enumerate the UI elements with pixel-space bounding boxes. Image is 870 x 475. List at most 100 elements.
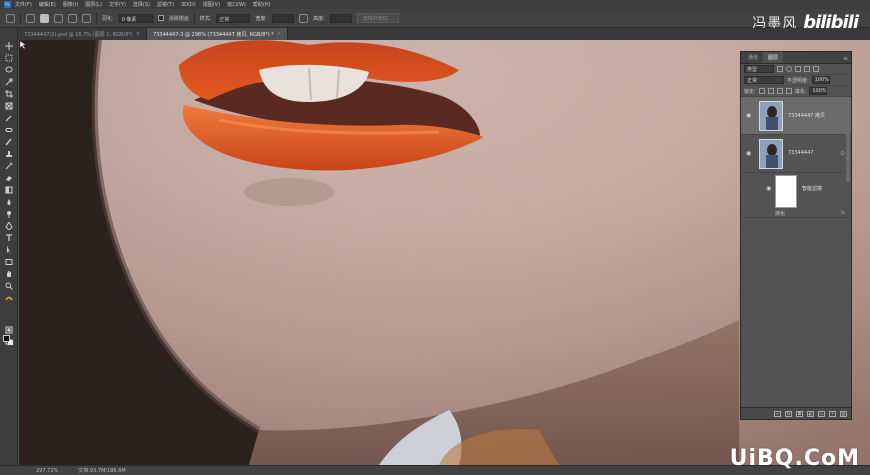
style-select[interactable]: 正常 (216, 13, 251, 23)
quick-select-tool-icon[interactable] (4, 78, 14, 86)
rectangle-tool-icon[interactable] (4, 258, 14, 266)
menu-view[interactable]: 视图(V) (203, 1, 220, 8)
site-watermark: UiBQ.CoM (729, 446, 860, 471)
type-tool-icon[interactable] (4, 234, 14, 242)
options-bar: 羽化: 0 像素 消除锯齿 样式: 正常 宽度: 高度: 选择并遮住... (0, 9, 870, 28)
pen-tool-icon[interactable] (4, 222, 14, 230)
zoom-tool-icon[interactable] (4, 282, 14, 290)
filter-adjustment-icon[interactable] (786, 66, 792, 72)
layer-filter-row: 类型 (741, 64, 851, 75)
layer-row-original[interactable]: ◉ 73344447 ⊙ (741, 135, 851, 173)
divider (193, 12, 195, 24)
edit-toolbar-icon[interactable] (4, 294, 14, 302)
group-folder-icon[interactable]: ▭ (818, 410, 825, 417)
smart-filter-label: 智能滤镜 (802, 186, 823, 192)
filter-kind-select[interactable]: 类型 (744, 65, 774, 73)
lasso-tool-icon[interactable] (4, 66, 14, 74)
menu-window[interactable]: 窗口(W) (227, 1, 246, 8)
marquee-tool-icon[interactable] (4, 54, 14, 62)
visibility-eye-icon[interactable]: ◉ (746, 112, 751, 119)
menu-select[interactable]: 选择(S) (133, 1, 150, 8)
thumbnail-portrait (760, 140, 782, 168)
document-tabs: 73344447(1).psd @ 16.7% (图层 1, RGB/8*) ×… (18, 28, 870, 40)
clone-stamp-tool-icon[interactable] (4, 150, 14, 158)
select-and-mask-button[interactable]: 选择并遮住... (356, 13, 399, 23)
healing-brush-tool-icon[interactable] (4, 126, 14, 134)
height-input[interactable] (329, 13, 352, 23)
lock-artboard-icon[interactable] (776, 88, 783, 94)
new-selection-icon[interactable] (40, 13, 49, 23)
panel-menu-icon[interactable]: ≡ (843, 55, 848, 62)
eyedropper-tool-icon[interactable] (4, 114, 14, 122)
close-icon[interactable]: × (136, 31, 140, 37)
crop-tool-icon[interactable] (4, 90, 14, 98)
tool-preset-icon[interactable] (26, 13, 35, 23)
filter-shape-icon[interactable] (804, 66, 810, 72)
antialias-checkbox[interactable] (157, 15, 164, 21)
filter-options-icon[interactable]: ⇆ (841, 210, 845, 216)
move-tool-icon[interactable] (4, 42, 14, 50)
layers-footer: ∞ fx ◘ ◐ ▭ + ▥ (741, 407, 851, 419)
smart-object-icon: ⊙ (839, 150, 845, 157)
menu-help[interactable]: 帮助(H) (253, 1, 271, 8)
delete-layer-icon[interactable]: ▥ (840, 410, 847, 417)
menu-edit[interactable]: 编辑(E) (39, 1, 56, 8)
visibility-eye-icon[interactable]: ◉ (766, 185, 771, 192)
layers-panel: 通道 图层 ≡ 类型 正常 不透明度: 100% 锁定: 填充: 100% ◉ … (740, 51, 852, 420)
blend-mode-select[interactable]: 正常 (744, 76, 784, 84)
lock-all-icon[interactable] (785, 88, 792, 94)
add-mask-icon[interactable]: ◘ (796, 410, 803, 417)
feather-input[interactable]: 0 像素 (118, 13, 153, 23)
filter-mask-thumbnail[interactable] (775, 175, 797, 208)
intersect-selection-icon[interactable] (82, 13, 91, 23)
smart-filters-row[interactable]: ◉ 智能滤镜 液化 ⇆ (741, 173, 851, 218)
tab-document-2[interactable]: 73344447-3 @ 298% (73344447 拷贝, RGB/8*) … (146, 28, 288, 40)
fill-input[interactable]: 100% (809, 87, 828, 95)
liquify-filter-item[interactable]: 液化 (775, 210, 785, 217)
panel-scrollbar[interactable] (846, 132, 850, 182)
style-label: 样式: (199, 15, 212, 22)
layer-style-icon[interactable]: fx (785, 410, 792, 417)
layer-row-copy[interactable]: ◉ 73344447 拷贝 (741, 97, 851, 135)
home-icon[interactable] (6, 13, 15, 23)
tab-layers[interactable]: 图层 (763, 52, 784, 63)
lock-pixels-icon[interactable] (758, 88, 765, 94)
tab-channels[interactable]: 通道 (743, 52, 763, 63)
eraser-tool-icon[interactable] (4, 174, 14, 182)
link-layers-icon[interactable]: ∞ (774, 410, 781, 417)
visibility-eye-icon[interactable]: ◉ (746, 150, 751, 157)
hand-tool-icon[interactable] (4, 270, 14, 278)
width-input[interactable] (272, 13, 295, 23)
blur-tool-icon[interactable] (4, 198, 14, 206)
new-layer-icon[interactable]: + (829, 410, 836, 417)
filter-pixel-icon[interactable] (777, 66, 783, 72)
dodge-tool-icon[interactable] (4, 210, 14, 218)
tab-document-1[interactable]: 73344447(1).psd @ 16.7% (图层 1, RGB/8*) × (18, 28, 147, 40)
swap-icon[interactable] (299, 13, 309, 23)
lock-label: 锁定: (744, 88, 756, 95)
menu-file[interactable]: 文件(F) (15, 1, 32, 8)
menu-3d[interactable]: 3D(D) (181, 2, 196, 8)
filter-smart-object-icon[interactable] (813, 66, 819, 72)
zoom-level[interactable]: 297.72% (36, 468, 58, 474)
opacity-input[interactable]: 100% (811, 76, 830, 84)
quick-mask-icon[interactable] (4, 326, 14, 334)
adjustment-layer-icon[interactable]: ◐ (807, 410, 814, 417)
menu-image[interactable]: 图像(I) (63, 1, 78, 8)
frame-tool-icon[interactable] (4, 102, 14, 110)
gradient-tool-icon[interactable] (4, 186, 14, 194)
foreground-color-swatch[interactable] (3, 335, 10, 342)
close-icon[interactable]: × (277, 31, 281, 37)
subtract-selection-icon[interactable] (68, 13, 77, 23)
add-selection-icon[interactable] (54, 13, 63, 23)
filter-type-icon[interactable] (795, 66, 801, 72)
menu-filter[interactable]: 滤镜(T) (157, 1, 174, 8)
path-selection-tool-icon[interactable] (4, 246, 14, 254)
brush-tool-icon[interactable] (4, 138, 14, 146)
menu-layer[interactable]: 图层(L) (85, 1, 102, 8)
thumbnail-portrait (760, 102, 782, 130)
lock-position-icon[interactable] (767, 88, 774, 94)
history-brush-tool-icon[interactable] (4, 162, 14, 170)
fill-label: 填充: (794, 88, 807, 95)
menu-type[interactable]: 文字(Y) (109, 1, 126, 8)
